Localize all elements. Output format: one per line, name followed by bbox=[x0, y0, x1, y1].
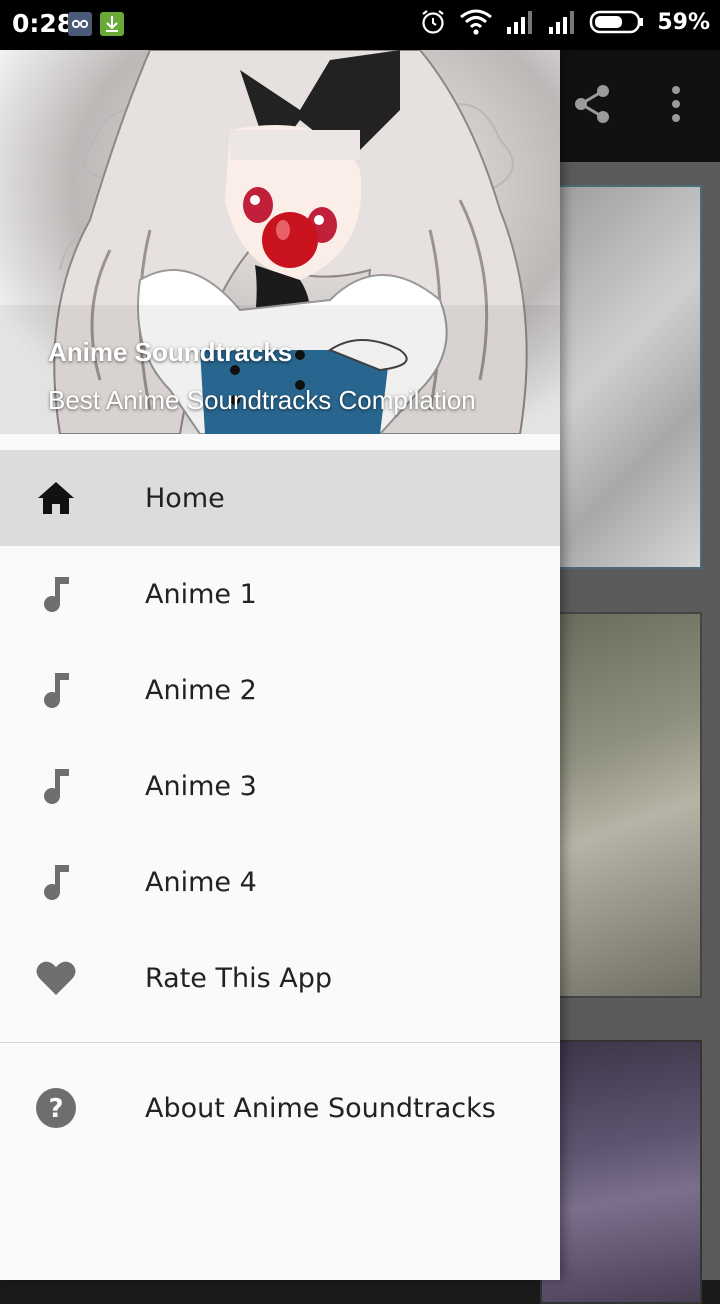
svg-text:?: ? bbox=[48, 1094, 63, 1124]
signal-icon bbox=[549, 11, 575, 34]
menu-item-rate-app[interactable]: Rate This App bbox=[0, 930, 560, 1026]
music-note-icon bbox=[34, 670, 78, 710]
signal-icon bbox=[507, 11, 533, 34]
menu-item-label: Anime 3 bbox=[145, 770, 257, 802]
drawer-title: Anime Soundtracks bbox=[48, 337, 293, 367]
status-bar: 0:28 59% bbox=[0, 0, 720, 50]
music-note-icon bbox=[34, 766, 78, 806]
music-note-icon bbox=[34, 862, 78, 902]
battery-icon bbox=[590, 10, 644, 34]
anime-card-image[interactable] bbox=[540, 1040, 702, 1304]
share-icon[interactable] bbox=[570, 82, 614, 126]
help-icon: ? bbox=[34, 1088, 78, 1128]
more-vert-icon[interactable] bbox=[664, 82, 688, 126]
battery-percent: 59% bbox=[657, 9, 710, 35]
drawer-menu: Home Anime 1 Anime 2 Anime 3 Anime 4 Rat… bbox=[0, 450, 560, 1156]
anime-card-image[interactable] bbox=[540, 185, 702, 569]
home-icon bbox=[34, 478, 78, 518]
header-artwork-image bbox=[0, 50, 560, 434]
menu-item-label: About Anime Soundtracks bbox=[145, 1092, 496, 1124]
menu-item-label: Anime 4 bbox=[145, 866, 257, 898]
notification-app-icon bbox=[68, 12, 92, 36]
menu-item-about[interactable]: ? About Anime Soundtracks bbox=[0, 1060, 560, 1156]
menu-item-home[interactable]: Home bbox=[0, 450, 560, 546]
music-note-icon bbox=[34, 574, 78, 614]
menu-divider bbox=[0, 1042, 560, 1043]
drawer-subtitle: Best Anime Soundtracks Compilation bbox=[48, 385, 476, 415]
anime-card-image[interactable] bbox=[540, 612, 702, 998]
navigation-drawer: Anime Soundtracks Best Anime Soundtracks… bbox=[0, 50, 560, 1280]
download-icon bbox=[100, 12, 124, 36]
drawer-header: Anime Soundtracks Best Anime Soundtracks… bbox=[0, 50, 560, 434]
menu-item-anime-4[interactable]: Anime 4 bbox=[0, 834, 560, 930]
menu-item-label: Home bbox=[145, 482, 225, 514]
menu-item-anime-2[interactable]: Anime 2 bbox=[0, 642, 560, 738]
menu-item-anime-3[interactable]: Anime 3 bbox=[0, 738, 560, 834]
menu-item-label: Rate This App bbox=[145, 962, 332, 994]
alarm-icon bbox=[422, 10, 444, 34]
menu-item-label: Anime 2 bbox=[145, 674, 257, 706]
heart-icon bbox=[34, 958, 78, 998]
menu-item-anime-1[interactable]: Anime 1 bbox=[0, 546, 560, 642]
wifi-icon bbox=[460, 9, 493, 35]
menu-item-label: Anime 1 bbox=[145, 578, 257, 610]
status-time: 0:28 bbox=[12, 9, 75, 38]
